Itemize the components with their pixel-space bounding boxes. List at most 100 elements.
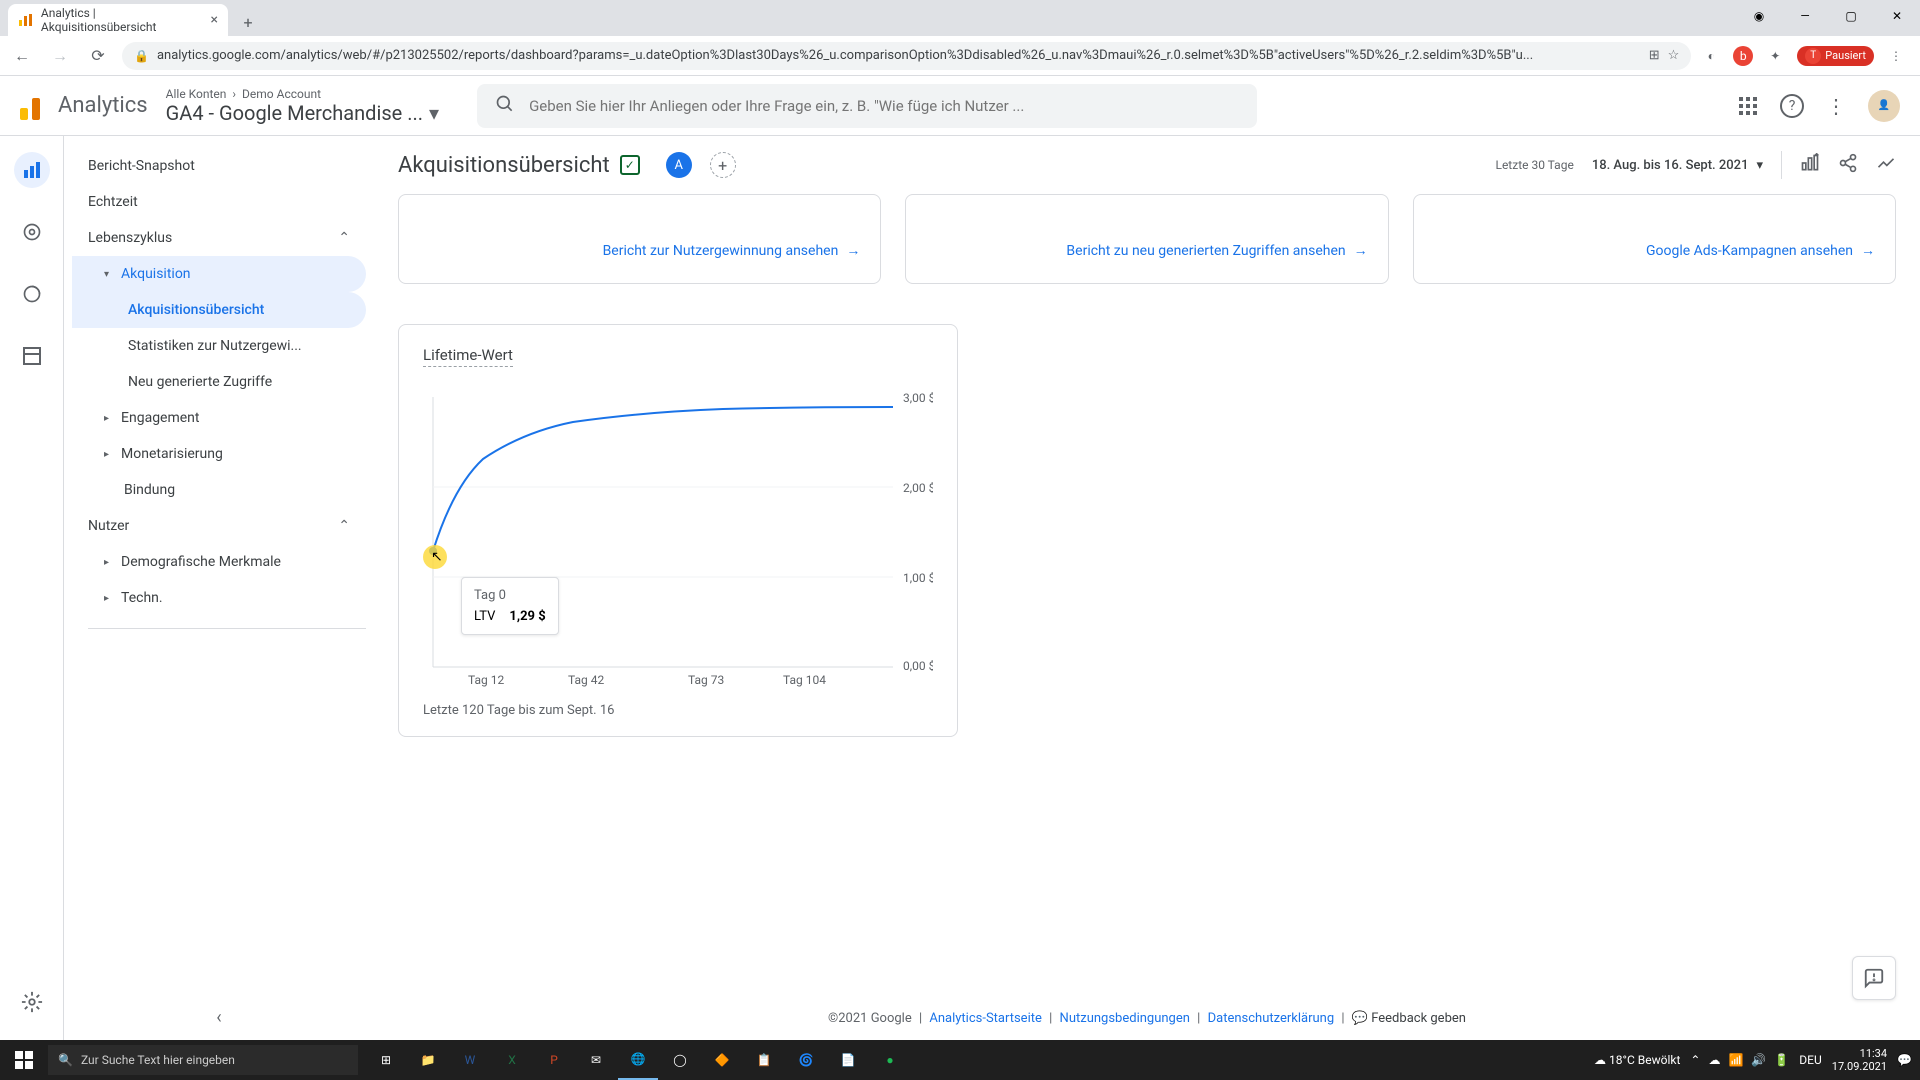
word-icon[interactable]: W: [450, 1040, 490, 1080]
extension-icon[interactable]: ◐: [1701, 46, 1721, 66]
kebab-menu-icon[interactable]: ⋮: [1822, 92, 1850, 120]
footer-link-home[interactable]: Analytics-Startseite: [929, 1011, 1042, 1026]
insights-icon[interactable]: [1876, 153, 1896, 178]
divider: [88, 628, 366, 629]
spotify-icon[interactable]: ●: [870, 1040, 910, 1080]
language-indicator[interactable]: DEU: [1799, 1053, 1821, 1067]
profile-badge[interactable]: T Pausiert: [1797, 46, 1874, 66]
chrome-icon[interactable]: 🌐: [618, 1040, 658, 1080]
footer-link-terms[interactable]: Nutzungsbedingungen: [1060, 1011, 1190, 1026]
avatar[interactable]: 👤: [1868, 90, 1900, 122]
qr-icon[interactable]: ⊞: [1649, 48, 1660, 63]
ga-logo[interactable]: Analytics: [20, 92, 148, 120]
arrow-right-icon: →: [1861, 242, 1875, 259]
app-icon[interactable]: 🔶: [702, 1040, 742, 1080]
reports-icon[interactable]: [14, 152, 50, 188]
sidebar-section-lifecycle[interactable]: Lebenszyklus⌃: [72, 220, 366, 256]
icon-rail: [0, 136, 64, 1040]
svg-text:Tag 42: Tag 42: [568, 673, 604, 687]
sidebar-item-retention[interactable]: Bindung: [72, 472, 366, 508]
extensions-menu-icon[interactable]: ✦: [1765, 46, 1785, 66]
wifi-icon[interactable]: 📶: [1728, 1053, 1743, 1067]
extension-icon[interactable]: b: [1733, 46, 1753, 66]
system-tray[interactable]: ⌃ ☁ 📶 🔊 🔋: [1690, 1053, 1789, 1067]
bookmark-icon[interactable]: ☆: [1668, 48, 1680, 63]
explore-icon[interactable]: [14, 214, 50, 250]
footer-link-privacy[interactable]: Datenschutzerklärung: [1208, 1011, 1335, 1026]
collapse-sidebar-button[interactable]: ‹: [216, 1007, 221, 1028]
forward-button[interactable]: →: [46, 42, 74, 70]
url-field[interactable]: 🔒 analytics.google.com/analytics/web/#/p…: [122, 42, 1691, 70]
search-box[interactable]: [477, 84, 1257, 128]
tray-chevron-icon[interactable]: ⌃: [1690, 1053, 1700, 1067]
share-icon[interactable]: [1838, 153, 1858, 178]
apps-icon[interactable]: [1734, 92, 1762, 120]
battery-icon[interactable]: 🔋: [1774, 1053, 1789, 1067]
back-button[interactable]: ←: [8, 42, 36, 70]
sidebar-item-realtime[interactable]: Echtzeit: [72, 184, 366, 220]
help-icon[interactable]: ?: [1780, 94, 1804, 118]
chrome-menu-icon[interactable]: ⋮: [1886, 46, 1906, 66]
browser-tab[interactable]: Analytics | Akquisitionsübersicht ×: [8, 4, 228, 36]
incognito-icon[interactable]: ◉: [1736, 0, 1782, 32]
date-range-picker[interactable]: 18. Aug. bis 16. Sept. 2021 ▾: [1592, 158, 1763, 173]
taskbar-search[interactable]: 🔍 Zur Suche Text hier eingeben: [48, 1045, 358, 1075]
sidebar-section-user[interactable]: Nutzer⌃: [72, 508, 366, 544]
sidebar-item-acquisition[interactable]: ▾Akquisition: [72, 256, 366, 292]
tooltip-label: LTV: [474, 609, 495, 624]
arrow-right-icon: →: [846, 242, 860, 259]
ltv-title: Lifetime-Wert: [423, 346, 513, 367]
dropdown-icon[interactable]: ▾: [429, 101, 439, 125]
onedrive-icon[interactable]: ☁: [1708, 1053, 1720, 1067]
footer-link-feedback[interactable]: Feedback geben: [1371, 1011, 1466, 1026]
app-icon[interactable]: ◯: [660, 1040, 700, 1080]
notifications-icon[interactable]: 💬: [1897, 1053, 1912, 1067]
feedback-fab[interactable]: [1852, 956, 1896, 1000]
sidebar-item-acq-user[interactable]: Statistiken zur Nutzergewi...: [72, 328, 366, 364]
explorer-icon[interactable]: 📁: [408, 1040, 448, 1080]
excel-icon[interactable]: X: [492, 1040, 532, 1080]
sidebar-item-acq-overview[interactable]: Akquisitionsübersicht: [72, 292, 366, 328]
date-label: Letzte 30 Tage: [1495, 158, 1573, 172]
weather-widget[interactable]: ☁ 18°C Bewölkt: [1594, 1053, 1680, 1067]
sidebar-item-tech[interactable]: ▸Techn.: [72, 580, 366, 616]
search-input[interactable]: [529, 97, 1239, 115]
sidebar-item-acq-traffic[interactable]: Neu generierte Zugriffe: [72, 364, 366, 400]
card-link[interactable]: Bericht zur Nutzergewinnung ansehen →: [603, 232, 861, 269]
configure-icon[interactable]: [14, 338, 50, 374]
advertising-icon[interactable]: [14, 276, 50, 312]
app-icon[interactable]: 📋: [744, 1040, 784, 1080]
powerpoint-icon[interactable]: P: [534, 1040, 574, 1080]
volume-icon[interactable]: 🔊: [1751, 1053, 1766, 1067]
clock[interactable]: 11:34 17.09.2021: [1832, 1047, 1887, 1073]
maximize-button[interactable]: ▢: [1828, 0, 1874, 32]
arrow-right-icon: →: [1354, 242, 1368, 259]
add-comparison-button[interactable]: +: [710, 152, 736, 178]
new-tab-button[interactable]: +: [234, 8, 262, 36]
sidebar: Bericht-Snapshot Echtzeit Lebenszyklus⌃ …: [64, 136, 374, 1040]
sidebar-item-demographics[interactable]: ▸Demografische Merkmale: [72, 544, 366, 580]
customize-icon[interactable]: [1800, 153, 1820, 178]
app-icon[interactable]: 📄: [828, 1040, 868, 1080]
close-window-button[interactable]: ✕: [1874, 0, 1920, 32]
mail-icon[interactable]: ✉: [576, 1040, 616, 1080]
close-tab-icon[interactable]: ×: [211, 12, 218, 28]
card-google-ads: Google Ads-Kampagnen ansehen →: [1413, 194, 1896, 284]
card-link[interactable]: Google Ads-Kampagnen ansehen →: [1646, 232, 1875, 269]
edge-icon[interactable]: 🌀: [786, 1040, 826, 1080]
report-body: Bericht zur Nutzergewinnung ansehen → Be…: [374, 194, 1920, 997]
ltv-chart[interactable]: 3,00 $ 2,00 $ 1,00 $ 0,00 $ Tag 12 Tag 4…: [423, 387, 933, 687]
start-button[interactable]: [0, 1051, 48, 1069]
minimize-button[interactable]: —: [1782, 0, 1828, 32]
sidebar-item-monetization[interactable]: ▸Monetarisierung: [72, 436, 366, 472]
task-view-icon[interactable]: ⊞: [366, 1040, 406, 1080]
search-icon: 🔍: [58, 1053, 73, 1067]
sidebar-item-snapshot[interactable]: Bericht-Snapshot: [72, 148, 366, 184]
breadcrumb[interactable]: Alle Konten › Demo Account GA4 - Google …: [166, 87, 439, 125]
segment-badge[interactable]: A: [666, 152, 692, 178]
settings-icon[interactable]: [14, 984, 50, 1020]
reload-button[interactable]: ⟳: [84, 42, 112, 70]
browser-chrome: Analytics | Akquisitionsübersicht × + ◉ …: [0, 0, 1920, 76]
card-link[interactable]: Bericht zu neu generierten Zugriffen ans…: [1066, 232, 1367, 269]
sidebar-item-engagement[interactable]: ▸Engagement: [72, 400, 366, 436]
